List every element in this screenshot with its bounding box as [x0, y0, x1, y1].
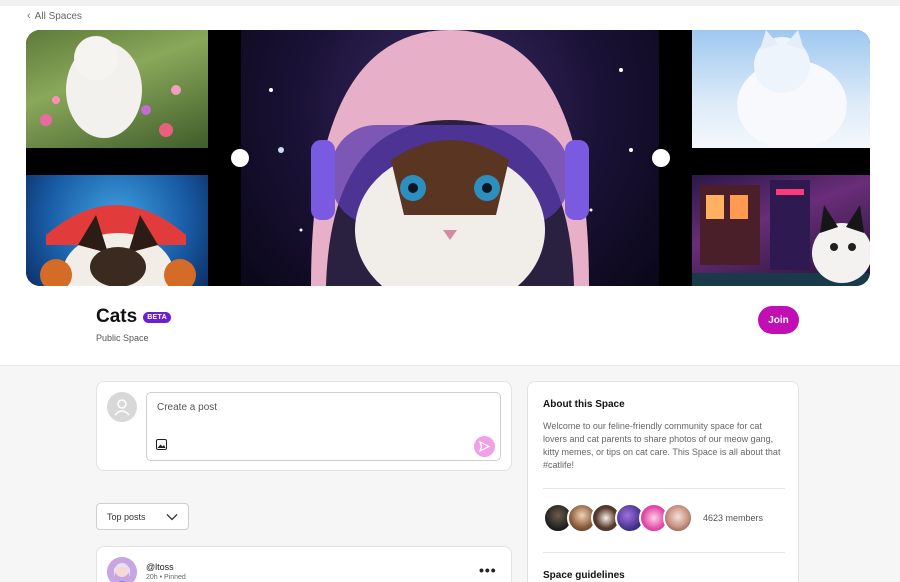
- post-author-username[interactable]: @ltoss: [146, 562, 174, 572]
- user-avatar: [107, 392, 137, 422]
- banner-image-cat-headphones: [26, 175, 208, 286]
- back-to-all-spaces-link[interactable]: ‹ All Spaces: [27, 10, 82, 22]
- banner-image-city-cat: [692, 175, 870, 286]
- user-icon: [114, 399, 130, 416]
- member-avatar: [663, 503, 693, 533]
- space-guidelines-title: Space guidelines: [543, 570, 625, 581]
- about-space-card: About this Space Welcome to our feline-f…: [527, 381, 799, 582]
- space-banner: [26, 30, 870, 286]
- banner-image-astronaut-cat: [241, 30, 659, 286]
- carousel-handle-left[interactable]: [231, 149, 249, 167]
- member-count[interactable]: 4623 members: [703, 513, 763, 523]
- more-options-icon[interactable]: •••: [479, 562, 497, 578]
- post-card[interactable]: @ltoss 20h • Pinned •••: [96, 546, 512, 582]
- back-link-label: All Spaces: [34, 10, 82, 22]
- beta-badge: BETA: [143, 311, 171, 323]
- chevron-down-icon: [166, 513, 178, 520]
- banner-image-fluffy-white-cat: [692, 30, 870, 148]
- sort-posts-dropdown[interactable]: Top posts: [96, 503, 189, 530]
- create-post-card: Create a post: [96, 381, 512, 471]
- sort-label: Top posts: [107, 511, 146, 522]
- send-button[interactable]: [474, 436, 495, 457]
- about-description: Welcome to our feline-friendly community…: [543, 421, 781, 470]
- send-icon: [479, 441, 490, 452]
- about-title: About this Space: [543, 399, 625, 410]
- divider: [543, 488, 785, 489]
- join-button[interactable]: Join: [758, 306, 799, 334]
- divider: [543, 552, 785, 553]
- space-name: Cats: [96, 306, 138, 327]
- top-strip: [0, 0, 900, 6]
- image-upload-icon[interactable]: [156, 439, 167, 450]
- post-author-avatar[interactable]: [107, 557, 137, 582]
- carousel-handle-right[interactable]: [652, 149, 670, 167]
- create-post-placeholder: Create a post: [157, 402, 218, 413]
- chevron-left-icon: ‹: [27, 10, 31, 22]
- banner-image-white-cat-flowers: [26, 30, 208, 148]
- create-post-input[interactable]: Create a post: [146, 392, 501, 461]
- member-avatars[interactable]: 4623 members: [543, 503, 763, 533]
- space-visibility: Public Space: [96, 333, 149, 343]
- post-meta: 20h • Pinned: [146, 574, 186, 581]
- space-title: Cats BETA: [96, 306, 171, 328]
